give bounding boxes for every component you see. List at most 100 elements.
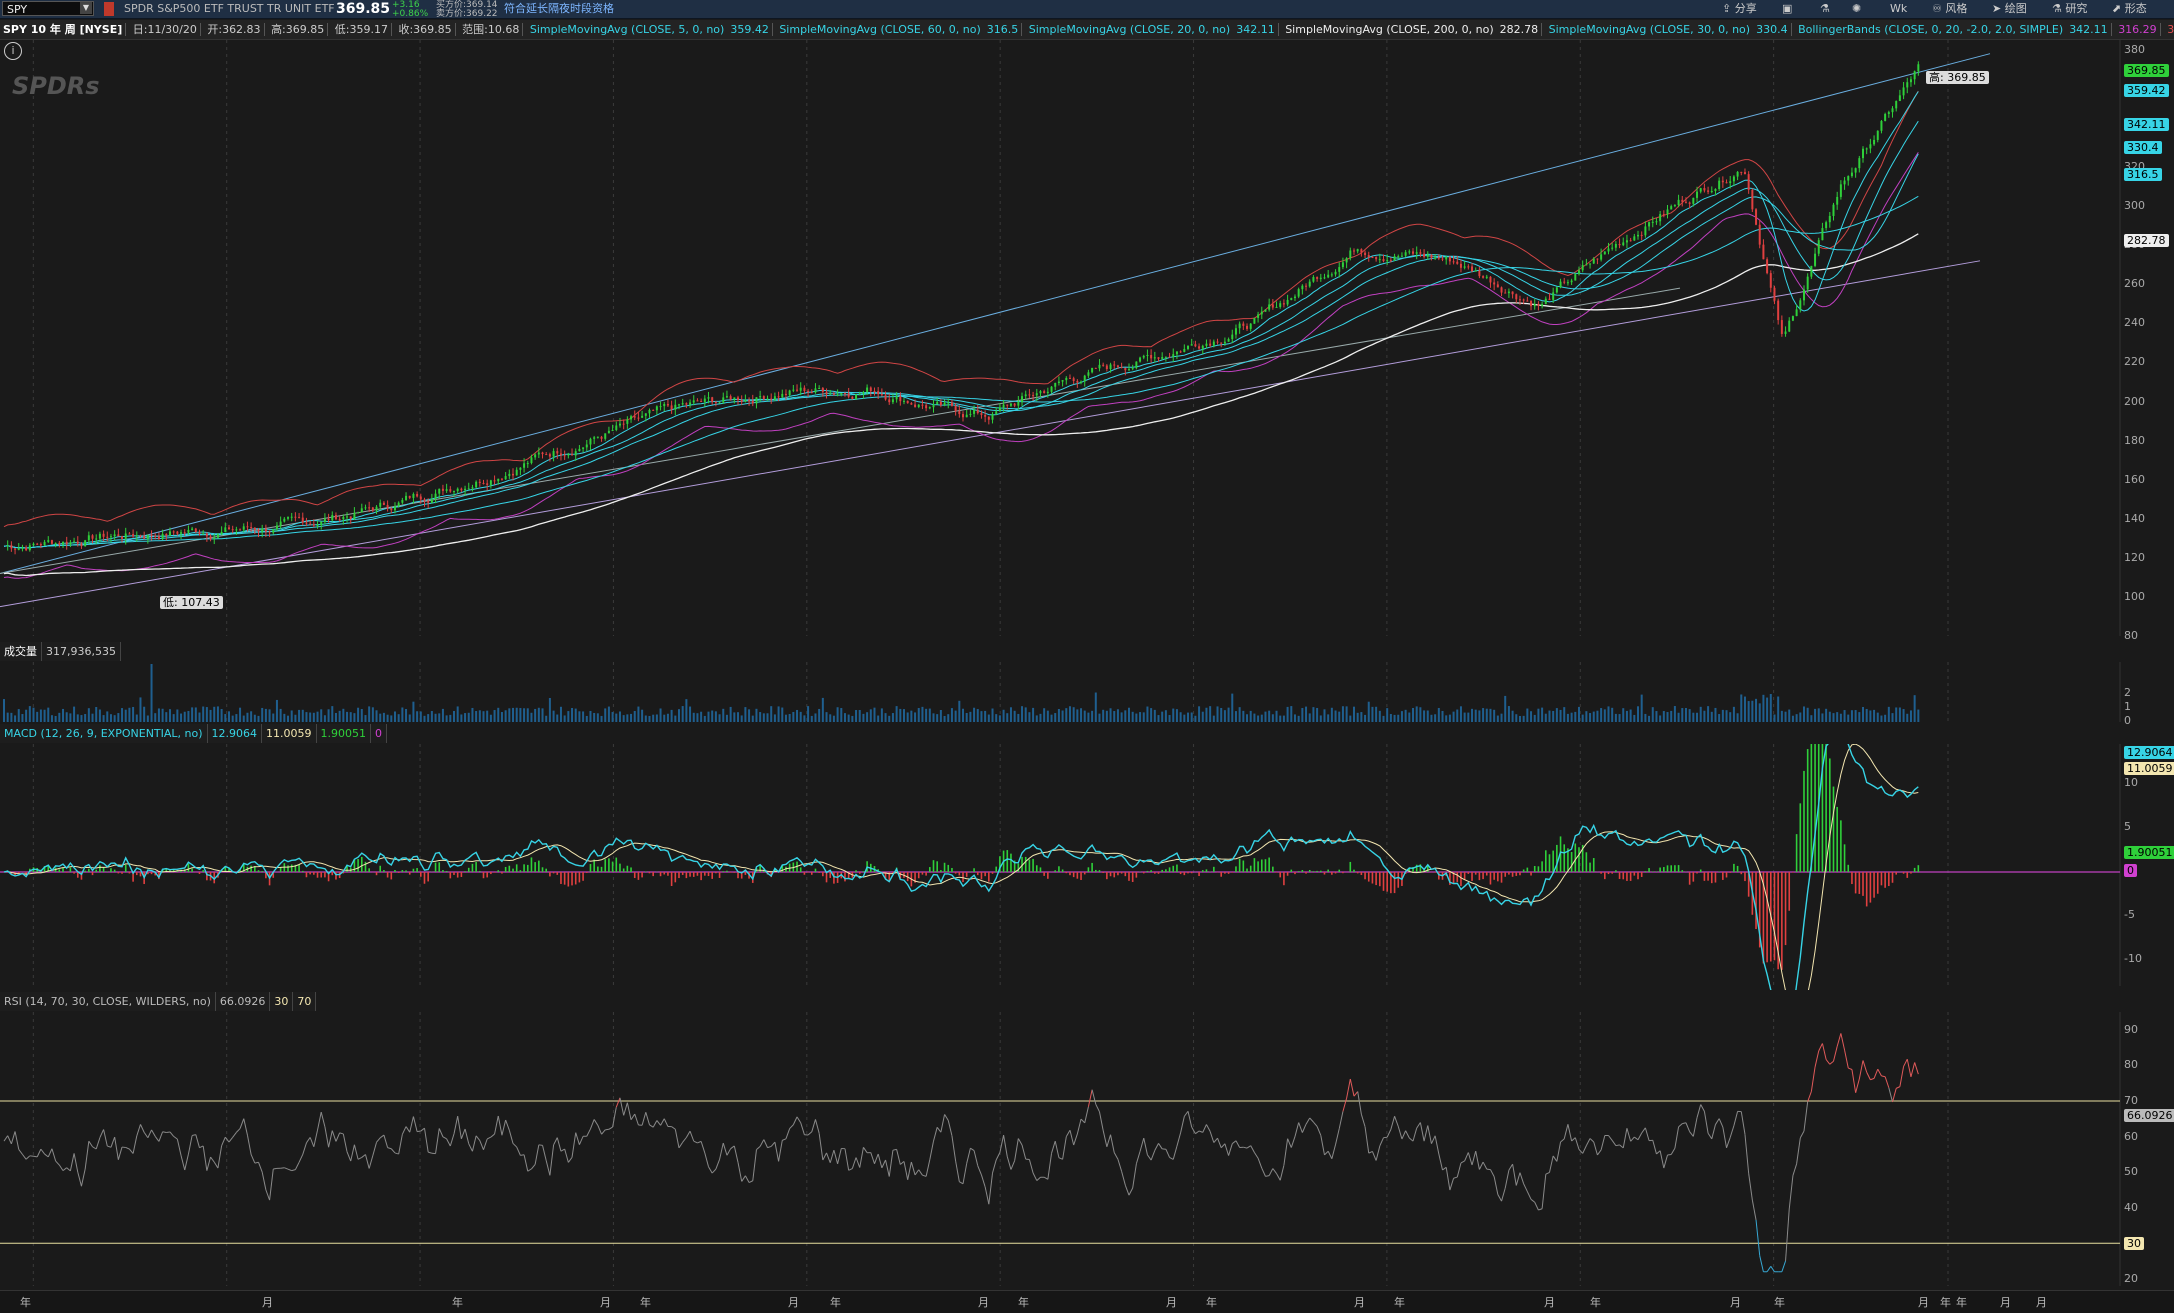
- rsi-chart[interactable]: [0, 1012, 2174, 1290]
- rsi-line-segment: [380, 1135, 384, 1138]
- candle-body: [1043, 391, 1045, 393]
- candle-body: [1596, 259, 1598, 260]
- price-chart[interactable]: [0, 40, 2174, 640]
- volume-bar: [523, 708, 525, 722]
- volume-bar: [1762, 695, 1764, 722]
- macd-histogram-bar: [368, 868, 370, 872]
- macd-histogram-bar: [1622, 872, 1624, 879]
- volume-bar: [778, 706, 780, 722]
- study-sma5[interactable]: SimpleMovingAvg (CLOSE, 5, 0, no): [527, 20, 727, 39]
- volume-bar: [623, 715, 625, 722]
- volume-bar: [770, 706, 772, 722]
- x-axis[interactable]: [0, 1290, 2174, 1313]
- style-button[interactable]: ♾ 风格: [1932, 0, 1967, 18]
- study-bollinger[interactable]: BollingerBands (CLOSE, 0, 20, -2.0, 2.0,…: [1795, 20, 2066, 39]
- rsi-line-segment: [1372, 1151, 1376, 1160]
- research-button[interactable]: ⚗ 研究: [2052, 0, 2087, 18]
- candle-body: [460, 489, 462, 491]
- gear-icon[interactable]: ✺: [1852, 0, 1861, 18]
- macd-label[interactable]: MACD (12, 26, 9, EXPONENTIAL, no): [0, 724, 208, 743]
- volume-bar: [748, 709, 750, 722]
- macd-histogram-bar: [1095, 870, 1097, 872]
- volume-bar: [560, 707, 562, 722]
- rsi-line-segment: [720, 1143, 724, 1159]
- chart-header: SPY 10 年 周 [NYSE] 日:11/30/20 开:362.83 高:…: [0, 20, 2174, 40]
- macd-histogram-bar: [579, 872, 581, 882]
- candle-body: [1401, 256, 1403, 257]
- info-icon[interactable]: i: [4, 42, 22, 60]
- rsi-line-segment: [561, 1149, 565, 1151]
- volume-bar: [1028, 712, 1030, 722]
- macd-histogram-bar: [704, 872, 706, 876]
- macd-histogram-bar: [1604, 872, 1606, 879]
- macd-histogram-bar: [933, 860, 935, 872]
- volume-bar: [1360, 712, 1362, 722]
- candle-body: [106, 537, 108, 538]
- candle-body: [80, 543, 82, 546]
- macd-histogram-bar: [1744, 872, 1746, 881]
- rsi-line-segment: [1845, 1050, 1849, 1068]
- candle-body: [235, 529, 237, 530]
- candle-body: [523, 463, 525, 467]
- rsi-line-segment: [1494, 1177, 1498, 1195]
- chart-title[interactable]: SPY 10 年 周 [NYSE]: [0, 20, 125, 39]
- candle-body: [1298, 289, 1300, 296]
- macd-histogram-bar: [1220, 872, 1222, 877]
- symbol-dropdown-icon[interactable]: ▼: [80, 2, 92, 14]
- candle-body: [593, 437, 595, 438]
- candle-body: [1530, 301, 1532, 306]
- volume-bar: [117, 713, 119, 722]
- rsi-line-segment: [1037, 1177, 1041, 1180]
- volume-bar: [704, 716, 706, 722]
- price-y-tick: 140: [2124, 512, 2145, 525]
- volume-bar: [604, 708, 606, 722]
- study-sma200[interactable]: SimpleMovingAvg (CLOSE, 200, 0, no): [1282, 20, 1496, 39]
- candle-body: [1102, 365, 1104, 366]
- macd-histogram-bar: [151, 872, 153, 874]
- candle-body: [84, 540, 86, 546]
- study-sma30-value: 330.4: [1753, 20, 1791, 39]
- study-sma30[interactable]: SimpleMovingAvg (CLOSE, 30, 0, no): [1546, 20, 1753, 39]
- candle-body: [715, 402, 717, 403]
- rsi-line-segment: [1380, 1138, 1384, 1146]
- macd-chart[interactable]: [0, 744, 2174, 990]
- volume-label[interactable]: 成交量: [0, 642, 42, 661]
- candle-body: [409, 496, 411, 498]
- volume-bar: [1371, 707, 1373, 722]
- pattern-button[interactable]: ⬈ 形态: [2112, 0, 2147, 18]
- alert-icon[interactable]: [104, 2, 114, 16]
- volume-chart[interactable]: [0, 662, 2174, 726]
- candle-body: [1036, 393, 1038, 395]
- extended-hours-badge[interactable]: 符合延长隔夜时段资格: [504, 0, 614, 18]
- candle-body: [103, 534, 105, 537]
- rsi-line-segment: [1579, 1149, 1583, 1153]
- share-button[interactable]: ⇪ 分享: [1722, 0, 1757, 18]
- drawing-button[interactable]: ➤ 绘图: [1992, 0, 2027, 18]
- rsi-line-segment: [860, 1147, 864, 1167]
- chart-settings-icon[interactable]: ▣: [1782, 0, 1792, 18]
- candle-body: [176, 532, 178, 534]
- volume-bar: [483, 711, 485, 722]
- macd-histogram-bar: [1113, 872, 1115, 877]
- macd-histogram-bar: [1630, 872, 1632, 881]
- macd-histogram-bar: [1689, 872, 1691, 885]
- macd-histogram-bar: [1578, 847, 1580, 872]
- volume-bar: [479, 710, 481, 722]
- candle-body: [564, 455, 566, 456]
- volume-bar: [21, 714, 23, 722]
- macd-histogram-bar: [405, 870, 407, 872]
- candle-body: [1663, 214, 1665, 215]
- volume-bar: [1696, 713, 1698, 722]
- study-sma20[interactable]: SimpleMovingAvg (CLOSE, 20, 0, no): [1026, 20, 1233, 39]
- volume-bar: [1382, 716, 1384, 722]
- study-sma60[interactable]: SimpleMovingAvg (CLOSE, 60, 0, no): [776, 20, 983, 39]
- rsi-line-segment: [365, 1154, 369, 1168]
- rsi-line-segment: [1195, 1131, 1199, 1134]
- candle-body: [962, 414, 964, 417]
- rsi-label[interactable]: RSI (14, 70, 30, CLOSE, WILDERS, no): [0, 992, 216, 1011]
- timeframe-button[interactable]: Wk: [1890, 0, 1907, 18]
- candle-body: [892, 399, 894, 402]
- rsi-line-segment: [421, 1128, 425, 1131]
- flask-icon[interactable]: ⚗: [1820, 0, 1830, 18]
- candle-body: [243, 526, 245, 529]
